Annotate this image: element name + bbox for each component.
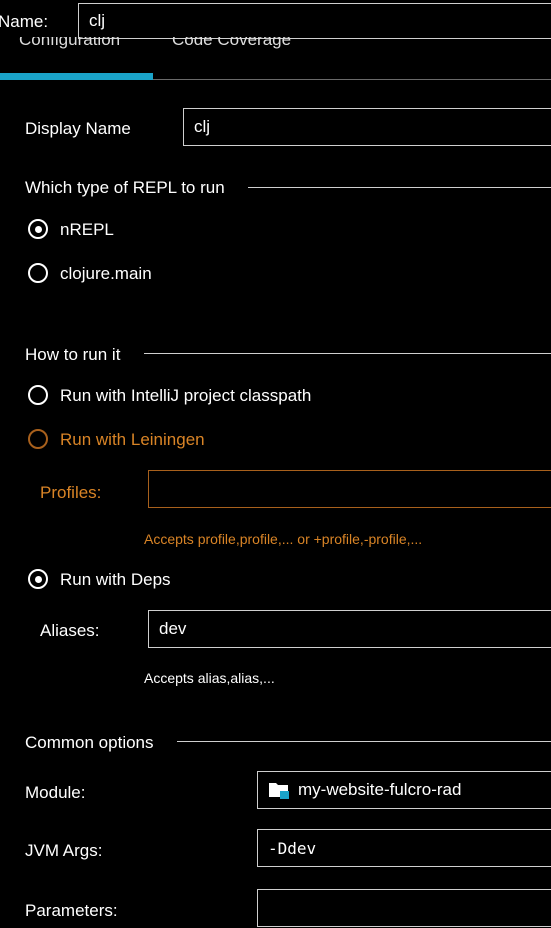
module-folder-icon [269, 783, 289, 799]
repl-type-title: Which type of REPL to run [25, 178, 225, 197]
how-to-run-separator [144, 353, 551, 354]
name-input[interactable]: clj [78, 3, 551, 39]
display-name-input[interactable]: clj [183, 108, 551, 146]
run-leiningen-label[interactable]: Run with Leiningen [60, 430, 205, 450]
common-options-title: Common options [25, 733, 154, 752]
run-deps-radio[interactable] [28, 569, 48, 589]
common-options-separator [177, 741, 551, 742]
name-label: Name: [0, 12, 49, 31]
clojure-main-label[interactable]: clojure.main [60, 264, 152, 284]
run-deps-label[interactable]: Run with Deps [60, 570, 171, 590]
nrepl-radio[interactable] [28, 219, 48, 239]
jvm-args-label: JVM Args: [25, 841, 103, 860]
tab-configuration-label: Configuration [19, 37, 121, 49]
repl-type-separator [248, 187, 551, 188]
parameters-input[interactable] [257, 889, 551, 927]
profiles-hint: Accepts profile,profile,... or +profile,… [144, 531, 423, 547]
module-label: Module: [25, 783, 86, 802]
run-classpath-radio[interactable] [28, 385, 48, 405]
aliases-input[interactable]: dev [148, 610, 551, 648]
profiles-label: Profiles: [40, 483, 102, 502]
tab-code-coverage-label: Code Coverage [172, 37, 292, 49]
how-to-run-title: How to run it [25, 345, 121, 364]
module-select-value: my-website-fulcro-rad [298, 780, 462, 799]
aliases-label: Aliases: [40, 621, 100, 640]
parameters-label: Parameters: [25, 901, 118, 920]
clojure-main-radio[interactable] [28, 263, 48, 283]
module-select[interactable]: my-website-fulcro-rad [257, 771, 551, 809]
display-name-label: Display Name [25, 119, 131, 138]
selected-tab-indicator [0, 73, 153, 80]
run-leiningen-radio[interactable] [28, 429, 48, 449]
tab-configuration[interactable]: Configuration [19, 37, 149, 73]
profiles-input[interactable] [148, 470, 551, 508]
jvm-args-input[interactable]: -Ddev [257, 829, 551, 867]
tab-code-coverage[interactable]: Code Coverage [172, 37, 372, 73]
tabs-divider [153, 79, 551, 80]
aliases-hint: Accepts alias,alias,... [144, 670, 275, 686]
nrepl-label[interactable]: nREPL [60, 220, 114, 240]
run-classpath-label[interactable]: Run with IntelliJ project classpath [60, 386, 311, 406]
